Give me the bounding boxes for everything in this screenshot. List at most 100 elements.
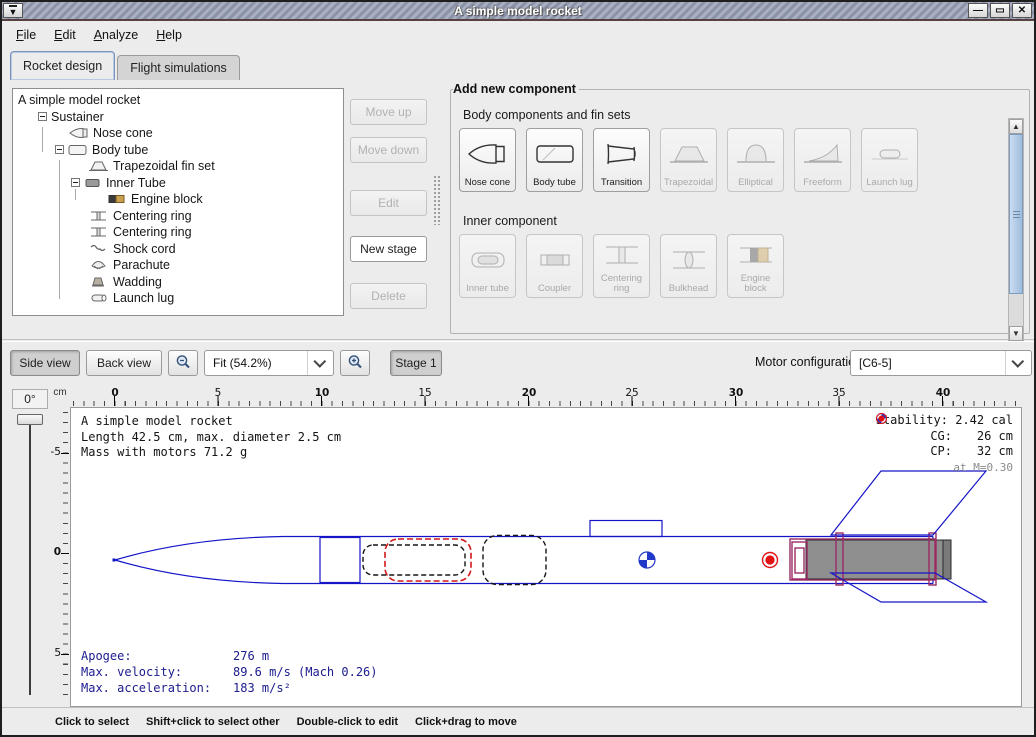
cp-marker [763,553,778,568]
move-up-button[interactable]: Move up [350,99,427,125]
tree-item-parachute[interactable]: Parachute [13,257,343,274]
stability-value: Stability: 2.42 cal [876,413,1013,429]
add-transition-button[interactable]: Transition [593,128,650,192]
nose-cone-icon [466,132,510,175]
rocket-canvas[interactable]: A simple model rocket Length 42.5 cm, ma… [70,407,1022,707]
window-menu-button[interactable]: ▼ [3,3,23,18]
add-freeform-fin-button[interactable]: Freeform [794,128,851,192]
add-launch-lug-button[interactable]: Launch lug [861,128,918,192]
tree-item-inner-tube[interactable]: Inner Tube [13,175,343,192]
zoom-in-button[interactable] [340,350,370,376]
rotation-slider-thumb[interactable] [17,414,43,425]
hint-shift-click: Shift+click to select other [146,716,280,728]
menu-analyze[interactable]: Analyze [86,26,146,44]
mach-label: at M=0.30 [876,460,1013,476]
rotation-slider[interactable] [29,417,31,695]
add-trapezoidal-fin-button[interactable]: Trapezoidal [660,128,717,192]
tree-item-launch-lug[interactable]: Launch lug [13,290,343,307]
nose-shoulder[interactable] [320,538,360,583]
tree-item-wadding[interactable]: Wadding [13,274,343,291]
tree-item-rocket[interactable]: A simple model rocket [13,92,343,109]
trapezoidal-fin-icon [89,160,109,172]
ruler-label: 15 [410,387,440,399]
ruler-unit-label: cm [50,387,70,407]
component-tree[interactable]: A simple model rocket Sustainer Nose con… [12,88,344,316]
ruler-label: 0 [100,387,130,399]
zoom-out-button[interactable] [168,350,198,376]
maximize-button[interactable]: ▭ [990,3,1010,18]
view-toolbar: Side view Back view Fit (54.2%) Stage 1 … [2,341,1036,383]
stage-1-toggle[interactable]: Stage 1 [390,350,442,376]
tree-item-body-tube[interactable]: Body tube [13,142,343,159]
menu-edit[interactable]: Edit [46,26,84,44]
hint-click-select: Click to select [55,716,129,728]
add-bulkhead-button[interactable]: Bulkhead [660,234,717,298]
menu-help[interactable]: Help [148,26,190,44]
launch-lug-icon [868,132,912,175]
centering-ring-icon [600,238,644,271]
body-tube-icon [533,132,577,175]
horizontal-ruler: 0 5 10 15 20 25 30 35 40 [70,387,1022,407]
scrollbar-thumb[interactable] [1009,134,1023,294]
tree-item-sustainer[interactable]: Sustainer [13,109,343,126]
close-button[interactable]: ✕ [1012,3,1032,18]
shock-cord[interactable] [363,545,465,575]
window-menu-icon: ▼ [9,5,18,17]
tree-item-nose-cone[interactable]: Nose cone [13,125,343,142]
flight-stats: Apogee:276 m Max. velocity:89.6 m/s (Mac… [81,648,378,696]
scrollbar[interactable]: ▲ ▼ [1008,118,1024,342]
side-view-button[interactable]: Side view [10,350,80,376]
stability-info: Stability: 2.42 cal CG: 26 cm CP: 32 cm … [876,413,1013,475]
minimize-button[interactable]: — [968,3,988,18]
edit-button[interactable]: Edit [350,190,427,216]
ruler-label: 5 [41,647,61,659]
cg-value: 26 cm [957,429,1013,445]
add-component-title: Add new component [453,82,579,96]
add-engine-block-button[interactable]: Engine block [727,234,784,298]
new-stage-button[interactable]: New stage [350,236,427,262]
inner-tube-icon [466,238,510,281]
add-inner-tube-button[interactable]: Inner tube [459,234,516,298]
zoom-value: Fit (54.2%) [205,356,307,370]
add-coupler-button[interactable]: Coupler [526,234,583,298]
window-title: A simple model rocket [2,4,1034,18]
tab-rocket-design[interactable]: Rocket design [10,51,115,80]
tree-item-centering-ring-1[interactable]: Centering ring [13,208,343,225]
add-centering-ring-button[interactable]: Centering ring [593,234,650,298]
tree-item-engine-block[interactable]: Engine block [13,191,343,208]
collapse-icon[interactable] [55,145,64,154]
parachute[interactable] [483,536,546,585]
cg-marker [639,552,655,568]
collapse-icon[interactable] [71,178,80,187]
scroll-up-icon[interactable]: ▲ [1009,119,1023,134]
tree-item-fin-set[interactable]: Trapezoidal fin set [13,158,343,175]
motor-configuration-select[interactable]: [C6-5] [850,350,1032,376]
parachute-icon [89,259,109,271]
collapse-icon[interactable] [38,112,47,121]
ruler-label: 35 [824,387,854,399]
fin-upper[interactable] [831,471,986,535]
add-body-tube-button[interactable]: Body tube [526,128,583,192]
menu-file[interactable]: File [8,26,44,44]
tree-item-shock-cord[interactable]: Shock cord [13,241,343,258]
add-nose-cone-button[interactable]: Nose cone [459,128,516,192]
scroll-down-icon[interactable]: ▼ [1009,326,1023,341]
add-elliptical-fin-button[interactable]: Elliptical [727,128,784,192]
move-down-button[interactable]: Move down [350,137,427,163]
delete-button[interactable]: Delete [350,283,427,309]
engine-block-icon [107,193,127,205]
motor-nozzle [943,540,951,579]
inner-component-label: Inner component [463,214,557,228]
tree-item-centering-ring-2[interactable]: Centering ring [13,224,343,241]
splitter-handle[interactable] [433,175,441,225]
motor-configuration-value: [C6-5] [851,356,1005,370]
back-view-button[interactable]: Back view [86,350,162,376]
tab-strip: Rocket design Flight simulations [2,46,1034,80]
tab-flight-simulations[interactable]: Flight simulations [117,55,240,80]
magnifier-plus-icon [347,354,363,370]
rocket-design-panel: A simple model rocket Sustainer Nose con… [2,80,1036,340]
zoom-select[interactable]: Fit (54.2%) [204,350,334,376]
launch-lug[interactable] [590,521,662,537]
body-components-label: Body components and fin sets [463,108,630,122]
chevron-down-icon [307,351,333,375]
